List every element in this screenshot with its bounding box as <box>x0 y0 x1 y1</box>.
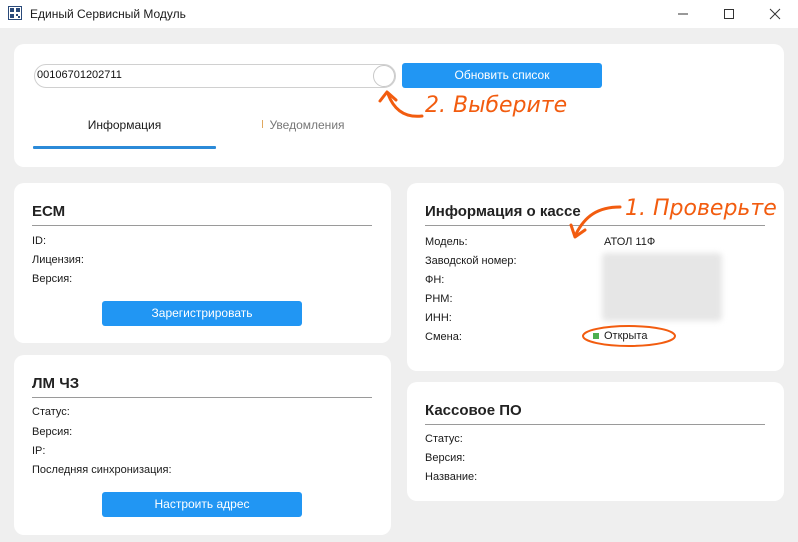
step1-annotation: 1. Проверьте <box>625 196 777 221</box>
lm-ip-label: IP: <box>32 445 46 457</box>
maximize-button[interactable] <box>706 0 752 28</box>
ecm-panel: ЕСМ ID: Лицензия: Версия: Зарегистрирова… <box>14 183 391 343</box>
device-serial-value: 00106701202711 <box>37 69 122 81</box>
lm-status-label: Статус: <box>32 406 70 418</box>
redacted-values <box>602 253 722 321</box>
ecm-license-label: Лицензия: <box>32 254 84 266</box>
kkt-model-value: АТОЛ 11Ф <box>604 236 656 248</box>
tab-notifications[interactable]: Уведомления <box>262 118 352 132</box>
cash-software-panel: Кассовое ПО Статус: Версия: Название: <box>407 382 784 501</box>
device-selector-panel: 00106701202711 Обновить список Информаци… <box>14 44 784 167</box>
kkt-model-label: Модель: <box>425 236 468 248</box>
po-status-label: Статус: <box>425 433 463 445</box>
kkt-fn-label: ФН: <box>425 274 445 286</box>
kkt-rnm-label: РНМ: <box>425 293 453 305</box>
dropdown-toggle-icon[interactable] <box>373 65 395 87</box>
ecm-id-label: ID: <box>32 235 47 247</box>
kkt-serial-label: Заводской номер: <box>425 255 517 267</box>
lm-title: ЛМ ЧЗ <box>32 375 80 392</box>
device-serial-select[interactable]: 00106701202711 <box>34 64 396 88</box>
shift-status-indicator <box>593 333 599 339</box>
po-divider <box>425 424 765 425</box>
close-icon <box>769 8 781 20</box>
app-logo-icon <box>8 6 22 20</box>
po-version-label: Версия: <box>425 452 466 464</box>
ecm-title: ЕСМ <box>32 203 66 220</box>
active-tab-indicator <box>33 146 216 149</box>
lm-last-sync-label: Последняя синхронизация: <box>32 464 172 476</box>
maximize-icon <box>724 9 734 19</box>
refresh-list-button[interactable]: Обновить список <box>402 63 602 88</box>
configure-address-button[interactable]: Настроить адрес <box>102 492 302 517</box>
minimize-button[interactable] <box>660 0 706 28</box>
tab-information[interactable]: Информация <box>33 118 216 132</box>
kkt-inn-label: ИНН: <box>425 312 452 324</box>
lm-divider <box>32 397 372 398</box>
po-title: Кассовое ПО <box>425 402 522 419</box>
close-button[interactable] <box>752 0 798 28</box>
title-bar: Единый Сервисный Модуль <box>0 0 798 28</box>
register-button[interactable]: Зарегистрировать <box>102 301 302 326</box>
kkt-divider <box>425 225 765 226</box>
window-title: Единый Сервисный Модуль <box>30 7 186 21</box>
ecm-version-label: Версия: <box>32 273 73 285</box>
kkt-shift-label: Смена: <box>425 331 462 343</box>
lm-panel: ЛМ ЧЗ Статус: Версия: IP: Последняя синх… <box>14 355 391 535</box>
ecm-divider <box>32 225 372 226</box>
step2-annotation: 2. Выберите <box>425 93 568 118</box>
kkt-shift-value: Открыта <box>604 330 648 342</box>
lm-version-label: Версия: <box>32 426 73 438</box>
po-name-label: Название: <box>425 471 478 483</box>
kkt-title: Информация о кассе <box>425 203 581 220</box>
minimize-icon <box>678 13 688 15</box>
